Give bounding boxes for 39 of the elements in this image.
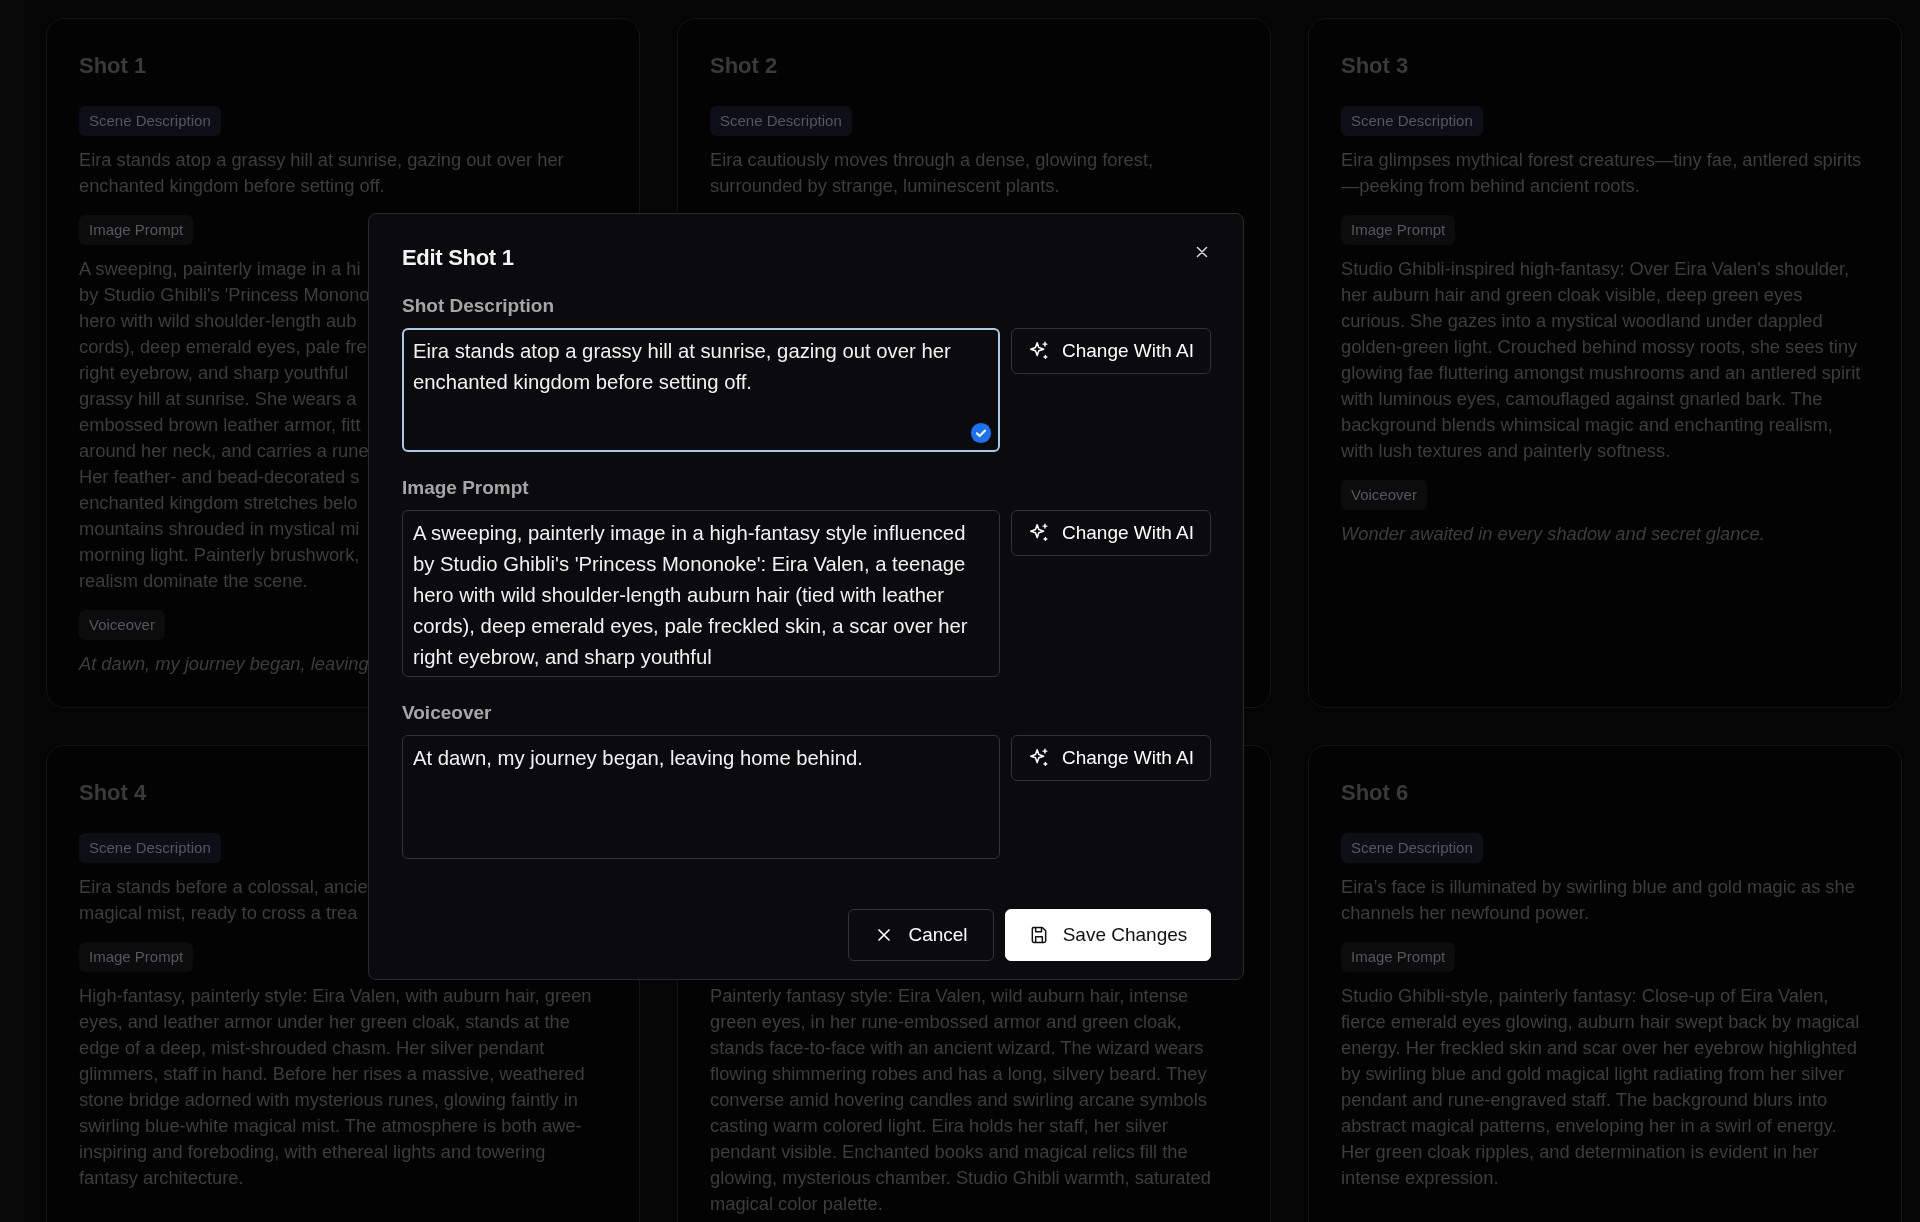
text-area-field[interactable]: At dawn, my journey began, leaving home behind. [402, 735, 1000, 859]
sparkle-icon [1028, 340, 1050, 362]
scene-description: Eira stands atop a grassy hill at sunrise, gazing out over her enchanted kingdom before setting off. [79, 148, 565, 198]
scene-description: Eira cautiously moves through a dense, glowing forest, surrounded by strange, luminescent plants. [710, 148, 1155, 198]
field-label: Voiceover [402, 701, 493, 725]
section-tag: Image Prompt [79, 942, 194, 972]
scene-description: Eira’s face is illuminated by swirling blue and gold magic as she channels her newfound power. [1341, 875, 1856, 925]
image-prompt-text: Studio Ghibli-inspired high-fantasy: Over Eira Valen's shoulder, her auburn hair and green cloak visible, deep green eyes curious. She gazes into a mystical woodland under dappled golden-green light. Crouched behind mossy roots, she sees tiny glowing fae fluttering amongst mushrooms and an antlered spirit with luminous eyes, camouflaged against gnarled bark. The background blends whimsical magic and enchanting realism, with lush textures and painterly softness. [1341, 257, 1862, 463]
image-prompt-text: A sweeping, painterly image in a hi by Studio Ghibli's 'Princess Monono hero with wild shoulder-length aub cords), deep emerald eyes, pale fre right eyebrow, and sharp youthful grassy hill at sunrise. She wears a embossed brown leather armor, fitt around her neck, and carries a rune Her feather- and bead-decorated s enchanted kingdom stretches belo mountains shrouded in mystical mi morning light. Painterly brushwork, realism dominate the scene. [79, 257, 370, 593]
image-prompt-text: Painterly fantasy style: Eira Valen, wild auburn hair, intense green eyes, in her rune-embossed armor and green cloak, stands face-to-face with an ancient wizard. The wizard wears flowing shimmering robes and has a long, silvery beard. They converse amid hovering candles and swirling arcane symbols casting warm colored light. Eira holds her staff, her silver pendant visible. Enchanted books and magical relics fill the glowing, mysterious chamber. Studio Ghibli warmth, saturated magical color palette. [710, 984, 1212, 1216]
change-with-ai-button[interactable]: Change With AI [1011, 735, 1211, 781]
image-prompt-text: High-fantasy, painterly style: Eira Valen, with auburn hair, green eyes, and leather armor under her green cloak, stands at the edge of a deep, mist-shrouded chasm. Her silver pendant glimmers, staff in hand. Before her rises a massive, weathered stone bridge adorned with mysterious runes, glowing faintly in swirling blue-white magical mist. The atmosphere is both awe-inspiring and foreboding, with ethereal lights and towering fantasy architecture. [79, 984, 593, 1190]
field-label: Image Prompt [402, 476, 530, 500]
section-tag: Scene Description [1341, 833, 1483, 863]
voiceover-text: Wonder awaited in every shadow and secret glance. [1341, 522, 1765, 546]
change-with-ai-button[interactable]: Change With AI [1011, 510, 1211, 556]
sparkle-icon [1028, 522, 1050, 544]
sparkle-icon [1028, 747, 1050, 769]
voiceover-text: At dawn, my journey began, leaving [79, 652, 369, 676]
scene-description: Eira glimpses mythical forest creatures—tiny fae, antlered spirits—peeking from behind ancient roots. [1341, 148, 1863, 198]
section-tag: Scene Description [79, 833, 221, 863]
image-prompt-text: Studio Ghibli-style, painterly fantasy: Close-up of Eira Valen, fierce emerald eyes glowing, auburn hair swept back by magical energy. Her freckled skin and scar over her eyebrow highlighted by swirling blue and gold magical light radiating from her silver pendant and rune-engraved staff. The background blurs into abstract magical patterns, enveloping her in a swirl of energy. Her green cloak ripples, and determination is evident in her intense expression. [1341, 984, 1861, 1190]
section-tag: Scene Description [79, 106, 221, 136]
text-area-field[interactable]: A sweeping, painterly image in a high-fantasy style influenced by Studio Ghibli's 'Princess Mononoke': Eira Valen, a teenage hero with wild shoulder-length auburn hair (tied with leather cords), deep emerald eyes, pale freckled skin, a scar over her right eyebrow, and sharp youthful [402, 510, 1000, 677]
section-tag: Image Prompt [1341, 215, 1456, 245]
section-tag: Voiceover [1341, 480, 1427, 510]
section-tag: Voiceover [79, 610, 165, 640]
text-area-field[interactable]: Eira stands atop a grassy hill at sunrise, gazing out over her enchanted kingdom before setting off. [402, 328, 1000, 452]
section-tag: Image Prompt [1341, 942, 1456, 972]
scene-description: Eira stands before a colossal, ancie magical mist, ready to cross a trea [79, 875, 368, 925]
field-label: Shot Description [402, 294, 555, 318]
dialog-title: Edit Shot 1 [402, 244, 514, 272]
section-tag: Image Prompt [79, 215, 194, 245]
section-tag: Scene Description [1341, 106, 1483, 136]
cancel-button[interactable]: Cancel [848, 909, 994, 961]
change-with-ai-button[interactable]: Change With AI [1011, 328, 1211, 374]
save-changes-button[interactable]: Save Changes [1005, 909, 1211, 961]
check-badge-icon [970, 422, 992, 444]
section-tag: Scene Description [710, 106, 852, 136]
